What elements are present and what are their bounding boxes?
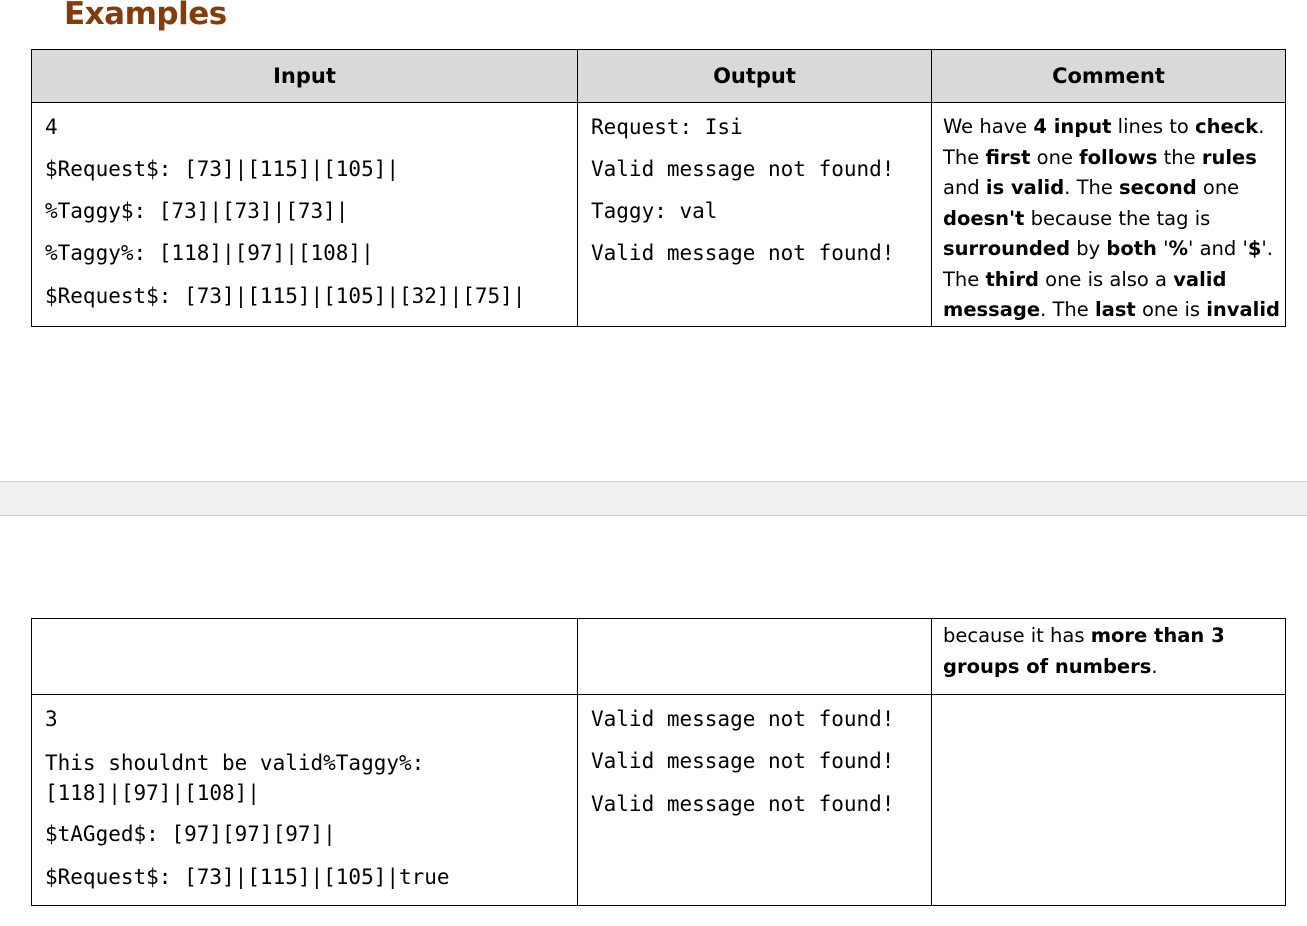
comment-bold-text: last [1094, 298, 1136, 321]
comment-line: We have 4 input lines to check. [943, 112, 1285, 143]
comment-bold-text: 4 input [1033, 115, 1112, 138]
comment-bold-text: both [1106, 237, 1157, 260]
comment-text: one is also a [1038, 267, 1174, 291]
comment-bold-text: surrounded [943, 237, 1071, 260]
comment-text: lines to [1111, 115, 1196, 138]
comment-line: surrounded by both '%' and '$'. [943, 234, 1285, 265]
comment-text: . [1258, 115, 1265, 138]
example2-input-line: $tAGged$: [97][97][97]| [45, 822, 336, 846]
comment-bold-text: first [985, 145, 1031, 169]
header-output: Output [577, 49, 932, 103]
example-row-2: 3 This shouldnt be valid%Taggy%: [118]|[… [31, 694, 1286, 906]
comment-line: and is valid. The second one [943, 173, 1285, 204]
example2-comment-cell [931, 694, 1286, 906]
example2-input-line: This shouldnt be valid%Taggy%: [118]|[97… [45, 751, 425, 805]
example1-output-line: Valid message not found! [591, 241, 895, 265]
example1-input-line: 4 [45, 115, 58, 139]
comment-bold-text: $ [1247, 237, 1262, 260]
comment-bold-text: check [1195, 115, 1259, 138]
example-row-1: 4 $Request$: [73]|[115]|[105]| %Taggy$: … [31, 102, 1286, 327]
comment-bold-text: second [1119, 176, 1197, 199]
example1-output-cell: Request: Isi Valid message not found! Ta… [577, 102, 932, 327]
comment-text: by [1070, 237, 1107, 260]
example1-input-line: $Request$: [73]|[115]|[105]|[32]|[75]| [45, 284, 526, 308]
page-break [0, 481, 1307, 516]
example2-input-line: 3 [45, 707, 58, 731]
comment-text: The [943, 145, 986, 169]
comment-bold-text: follows [1079, 145, 1158, 169]
comment-text: and [943, 176, 986, 199]
example2-output-cell: Valid message not found! Valid message n… [577, 694, 932, 906]
example1-input-cell: 4 $Request$: [73]|[115]|[105]| %Taggy$: … [31, 102, 578, 327]
comment-text: . The [1064, 176, 1120, 199]
comment-bold-text: doesn't [943, 206, 1025, 230]
comment-text: The [943, 267, 986, 291]
comment-text: We have [943, 115, 1034, 138]
comment-text: . The [1040, 298, 1095, 321]
example-row-1-continued: because it has more than 3 groups of numb… [31, 618, 1286, 695]
comment-text: because it has [943, 624, 1091, 647]
example1-input-line: %Taggy%: [118]|[97]|[108]| [45, 241, 374, 265]
section-heading: Examples [64, 0, 227, 32]
comment-text: the [1157, 145, 1202, 169]
examples-table-page2: because it has more than 3 groups of numb… [31, 618, 1286, 906]
comment-line: The third one is also a valid [943, 265, 1285, 296]
example1-comment-cell-continued: because it has more than 3 groups of numb… [931, 618, 1286, 695]
header-comment: Comment [931, 49, 1286, 103]
example1-output-cell-continued [577, 618, 932, 695]
comment-bold-text: rules [1201, 145, 1257, 169]
comment-line: groups of numbers. [943, 652, 1285, 683]
comment-text: one is [1135, 298, 1207, 321]
comment-bold-text: invalid [1206, 298, 1280, 321]
header-row: Input Output Comment [31, 49, 1286, 103]
comment-bold-text: third [985, 267, 1039, 291]
header-input: Input [31, 49, 578, 103]
example1-comment: We have 4 input lines to check. The first… [943, 103, 1285, 326]
example1-comment-cell: We have 4 input lines to check. The first… [931, 102, 1286, 327]
example2-output-line: Valid message not found! [591, 749, 895, 773]
comment-bold-text: % [1168, 237, 1189, 260]
comment-bold-text: valid [1173, 267, 1227, 291]
example1-input-cell-continued [31, 618, 578, 695]
example2-output-line: Valid message not found! [591, 707, 895, 731]
comment-text: because the tag is [1024, 206, 1211, 230]
examples-table-page1: Input Output Comment 4 $Request$: [73]|[… [31, 49, 1286, 327]
example1-input-line: %Taggy$: [73]|[73]|[73]| [45, 199, 349, 223]
comment-text: ' and ' [1188, 237, 1248, 260]
comment-text: one [1030, 145, 1080, 169]
example1-output-line: Taggy: val [591, 199, 718, 223]
example2-input-cell: 3 This shouldnt be valid%Taggy%: [118]|[… [31, 694, 578, 906]
comment-line: because it has more than 3 [943, 621, 1285, 652]
example1-output-line: Valid message not found! [591, 157, 895, 181]
comment-text: '. [1261, 237, 1273, 260]
comment-bold-text: is valid [985, 176, 1065, 199]
comment-text: one [1196, 176, 1240, 199]
example1-comment-continued: because it has more than 3 groups of numb… [943, 619, 1285, 682]
comment-bold-text: message [943, 298, 1041, 321]
comment-line: The first one follows the rules [943, 143, 1285, 174]
comment-line: message. The last one is invalid [943, 295, 1285, 326]
example2-output-line: Valid message not found! [591, 792, 895, 816]
comment-bold-text: groups of numbers [943, 654, 1152, 678]
comment-text: . [1151, 654, 1158, 678]
comment-text: ' [1156, 237, 1169, 260]
comment-bold-text: more than 3 [1090, 624, 1225, 647]
example1-input-line: $Request$: [73]|[115]|[105]| [45, 157, 400, 181]
comment-line: doesn't because the tag is [943, 204, 1285, 235]
example1-output-line: Request: Isi [591, 115, 743, 139]
example2-input-line: $Request$: [73]|[115]|[105]|true [45, 865, 450, 889]
